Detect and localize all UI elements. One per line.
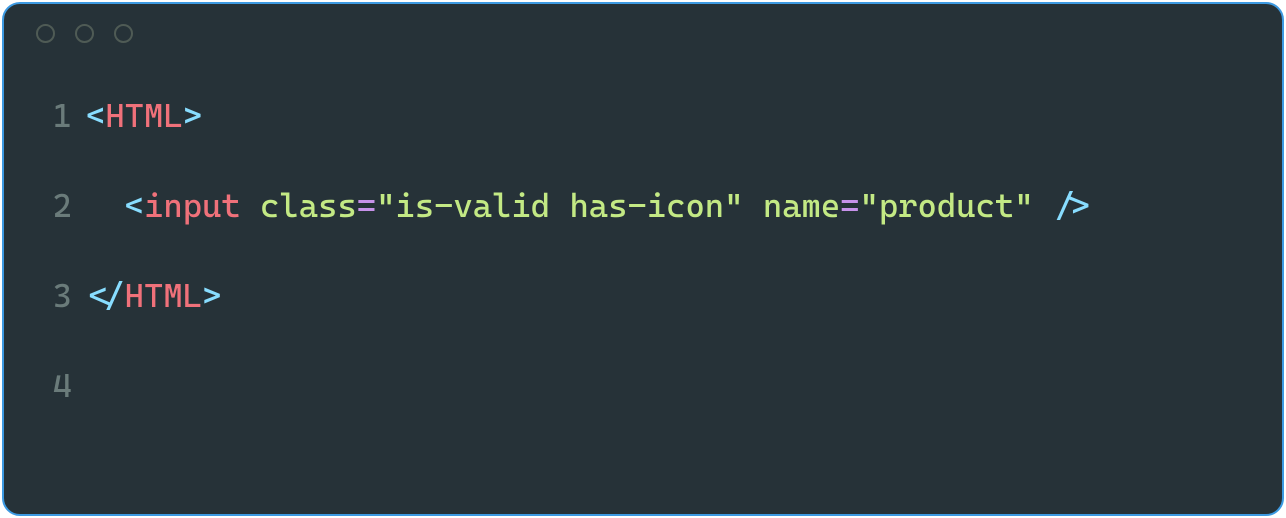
token-selfclose: /> xyxy=(1053,186,1092,225)
line-number: 2 xyxy=(4,186,86,226)
token-attr: class xyxy=(260,186,357,225)
token-space xyxy=(1034,186,1053,225)
editor-window: 1 <HTML> 2 <input class="is-valid has-ic… xyxy=(2,2,1284,516)
close-icon[interactable] xyxy=(36,24,55,43)
line-content: <input class="is-valid has-icon" name="p… xyxy=(86,186,1282,226)
token-string: "product" xyxy=(860,186,1034,225)
token-space xyxy=(743,186,762,225)
line-number: 3 xyxy=(4,276,86,316)
token-tag: input xyxy=(144,186,241,225)
token-equals: = xyxy=(357,186,376,225)
token-tag: HTML xyxy=(125,276,202,315)
code-line: 4 xyxy=(4,366,1282,456)
token-space xyxy=(241,186,260,225)
code-line: 3 </HTML> xyxy=(4,276,1282,366)
token-bracket: </ xyxy=(86,276,125,315)
window-titlebar xyxy=(4,4,1282,62)
minimize-icon[interactable] xyxy=(75,24,94,43)
token-bracket: > xyxy=(202,276,221,315)
code-line: 2 <input class="is-valid has-icon" name=… xyxy=(4,186,1282,276)
token-string: "is-valid has-icon" xyxy=(376,186,743,225)
token-equals: = xyxy=(840,186,859,225)
token-bracket: > xyxy=(183,96,202,135)
token-indent xyxy=(86,186,125,225)
token-bracket: < xyxy=(86,96,105,135)
token-bracket: < xyxy=(125,186,144,225)
token-tag: HTML xyxy=(105,96,182,135)
line-number: 4 xyxy=(4,366,86,406)
token-attr: name xyxy=(763,186,840,225)
maximize-icon[interactable] xyxy=(114,24,133,43)
line-content: <HTML> xyxy=(86,96,1282,136)
code-editor[interactable]: 1 <HTML> 2 <input class="is-valid has-ic… xyxy=(4,62,1282,514)
code-line: 1 <HTML> xyxy=(4,96,1282,186)
line-number: 1 xyxy=(4,96,86,136)
line-content: </HTML> xyxy=(86,276,1282,316)
